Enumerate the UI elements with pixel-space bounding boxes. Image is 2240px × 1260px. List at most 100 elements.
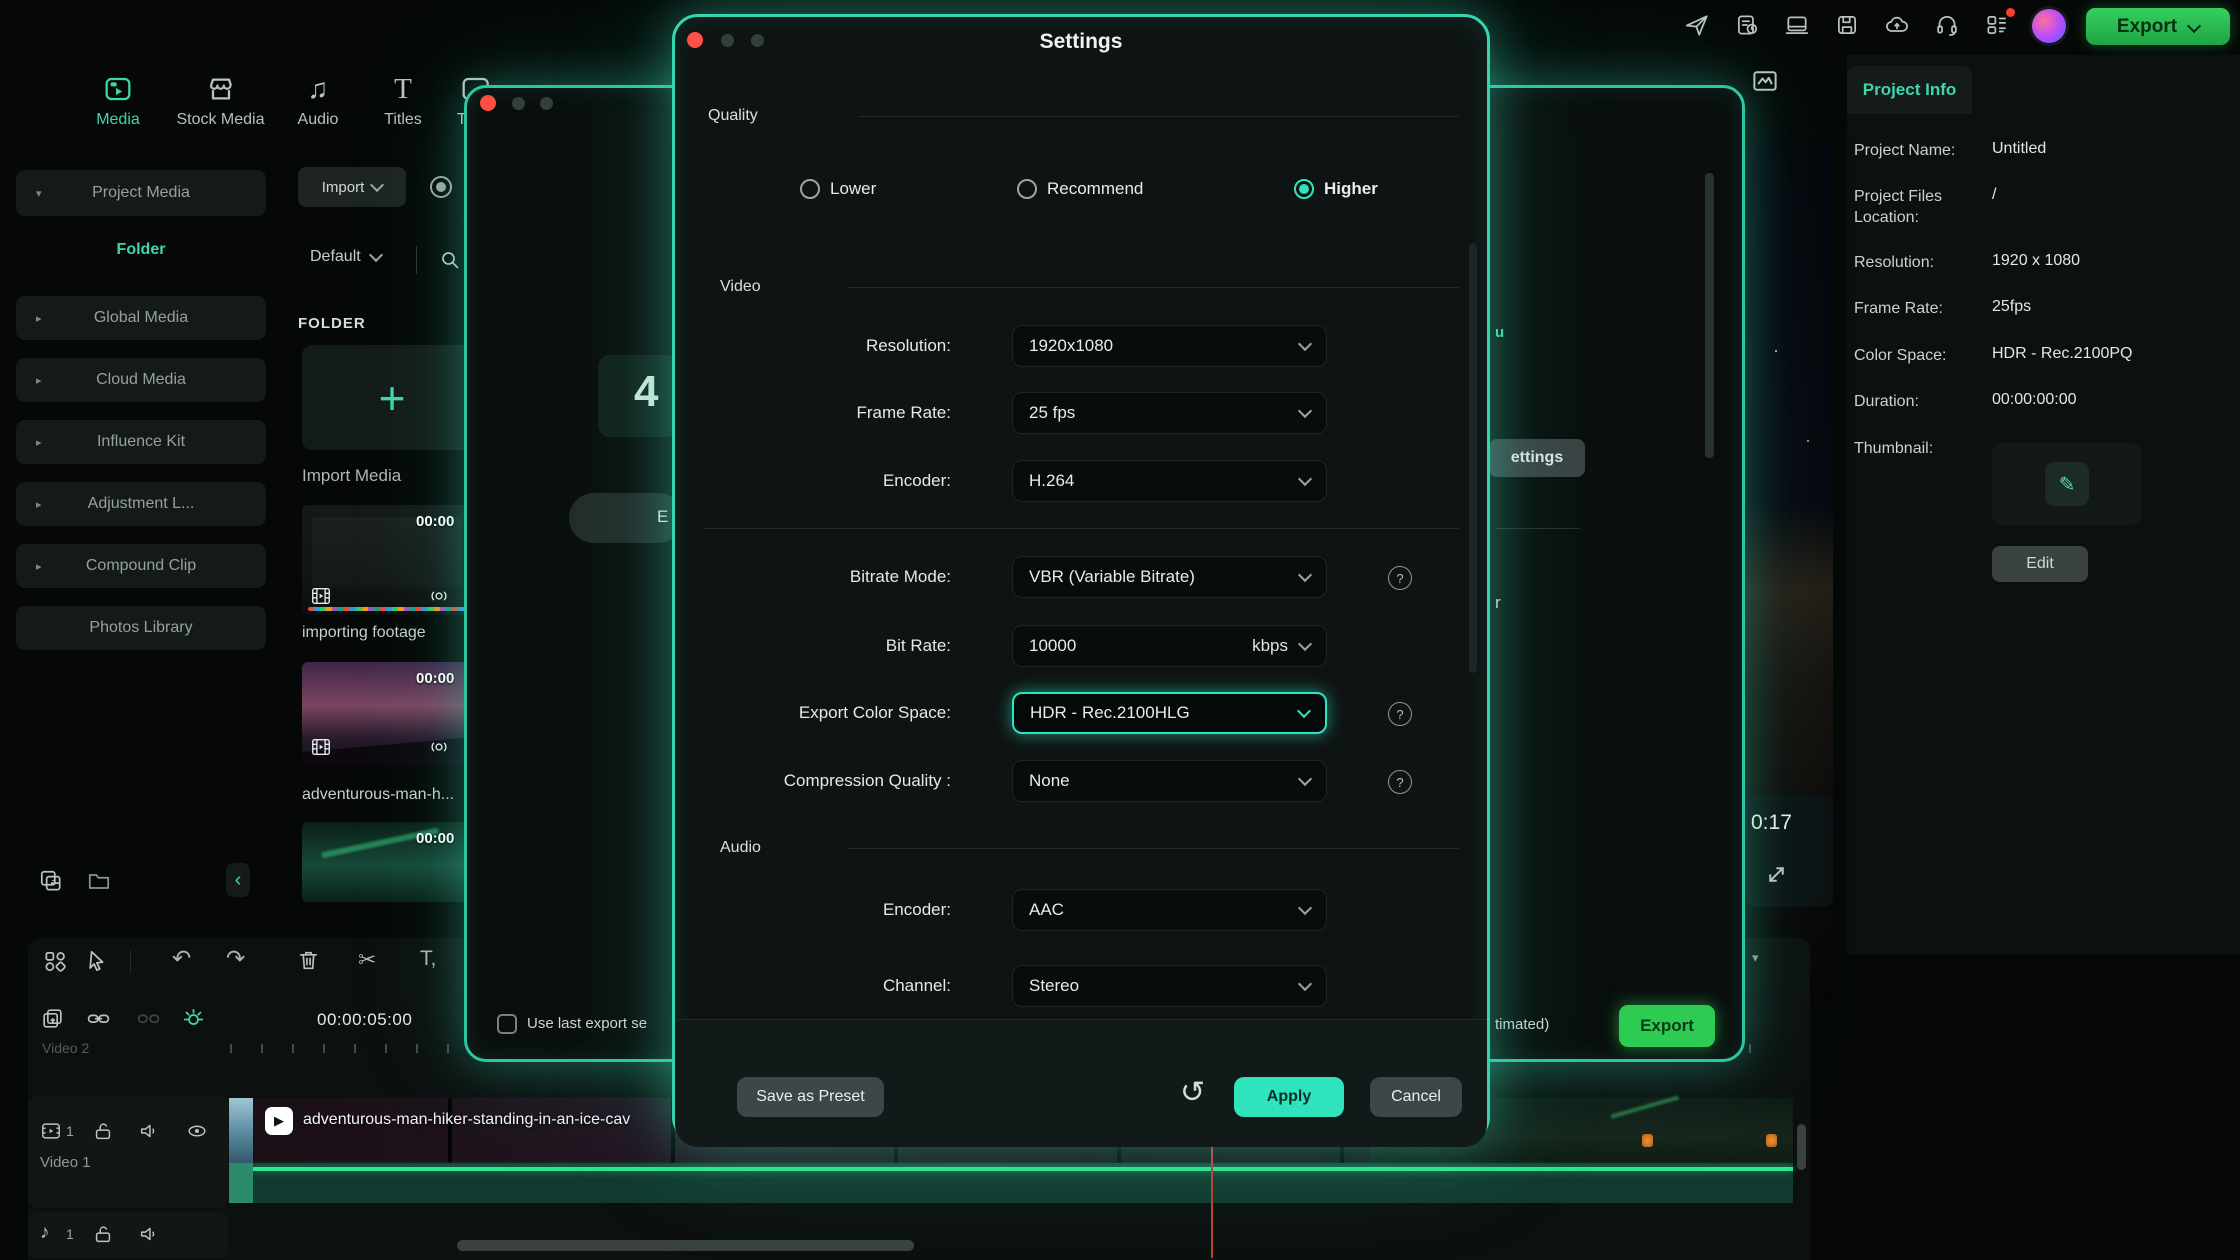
cloud-sync-icon[interactable] — [1883, 11, 1911, 39]
export-confirm-button[interactable]: Export — [1619, 1005, 1715, 1047]
field-value: Untitled — [1992, 140, 2046, 158]
tab-project-info[interactable]: Project Info — [1847, 66, 1972, 114]
undo-icon[interactable]: ↶ — [172, 946, 191, 970]
scrollbar-thumb[interactable] — [1705, 173, 1714, 458]
export-settings-button[interactable]: ettings — [1489, 439, 1585, 477]
cancel-button[interactable]: Cancel — [1370, 1077, 1462, 1117]
save-as-preset-button[interactable]: Save as Preset — [737, 1077, 884, 1117]
field-label: Export Color Space: — [675, 692, 951, 734]
unlink-icon[interactable] — [136, 1006, 161, 1031]
encoder-dropdown[interactable]: H.264 — [1012, 460, 1327, 502]
bitrate-mode-dropdown[interactable]: VBR (Variable Bitrate) — [1012, 556, 1327, 598]
radio-option-recommend[interactable]: Recommend — [1017, 179, 1143, 199]
snap-icon[interactable] — [180, 1004, 207, 1031]
task-list-icon[interactable] — [1733, 11, 1761, 39]
help-icon[interactable]: ? — [1388, 566, 1412, 590]
timeline-options-icon[interactable]: ▾ — [1752, 950, 1759, 966]
import-media-tile[interactable]: + — [302, 345, 482, 450]
audio-track-icon: ♪ — [40, 1222, 50, 1244]
tab-media[interactable]: Media — [83, 73, 153, 129]
text-tool-icon[interactable]: T, — [420, 947, 436, 971]
new-folder-icon[interactable] — [86, 868, 112, 894]
select-cursor-icon[interactable] — [84, 948, 110, 974]
mute-speaker-icon[interactable] — [138, 1120, 160, 1142]
tab-stock-media[interactable]: Stock Media — [168, 73, 273, 129]
tab-titles[interactable]: T Titles — [368, 73, 438, 129]
apply-button[interactable]: Apply — [1234, 1077, 1344, 1117]
delete-icon[interactable] — [296, 948, 321, 973]
field-label: Bit Rate: — [675, 625, 951, 667]
export-color-space-dropdown[interactable]: HDR - Rec.2100HLG — [1012, 692, 1327, 734]
sidebar-item-global-media[interactable]: ▸ Global Media — [16, 296, 266, 340]
thumbnail-box[interactable]: ✎ — [1992, 443, 2142, 525]
collapse-panel-button[interactable]: ‹ — [226, 863, 250, 897]
save-icon[interactable] — [1833, 11, 1861, 39]
radio-option-higher[interactable]: Higher — [1294, 179, 1378, 199]
compression-quality-dropdown[interactable]: None — [1012, 760, 1327, 802]
export-to-button[interactable]: E — [569, 493, 683, 543]
sidebar-item-project-media[interactable]: ▾ Project Media — [16, 170, 266, 216]
avatar[interactable] — [2032, 9, 2066, 43]
hide-eye-icon[interactable] — [186, 1120, 208, 1142]
audio-fade-head — [229, 1163, 253, 1203]
import-button[interactable]: Import — [298, 167, 406, 207]
reset-icon[interactable]: ↺ — [1180, 1075, 1205, 1110]
lock-icon[interactable] — [92, 1223, 114, 1245]
bitrate-input[interactable]: 10000 kbps — [1012, 625, 1327, 667]
search-icon[interactable] — [438, 248, 462, 272]
sidebar-item-photos-library[interactable]: Photos Library — [16, 606, 266, 650]
mute-speaker-icon[interactable] — [138, 1223, 160, 1245]
publish-icon[interactable] — [1683, 11, 1711, 39]
timeline-clip-audio[interactable] — [229, 1163, 1793, 1203]
redo-icon[interactable]: ↷ — [226, 946, 245, 970]
preview-quality-icon[interactable] — [1750, 66, 1780, 96]
zoom-button[interactable] — [540, 97, 553, 110]
resolution-dropdown[interactable]: 1920x1080 — [1012, 325, 1327, 367]
edit-button[interactable]: Edit — [1992, 546, 2088, 582]
chevron-down-icon — [1298, 568, 1312, 582]
framerate-dropdown[interactable]: 25 fps — [1012, 392, 1327, 434]
device-icon[interactable] — [1783, 11, 1811, 39]
audio-waveform-line — [253, 1167, 1793, 1171]
sidebar-item-cloud-media[interactable]: ▸ Cloud Media — [16, 358, 266, 402]
use-last-settings-checkbox[interactable] — [497, 1014, 517, 1034]
audio-encoder-dropdown[interactable]: AAC — [1012, 889, 1327, 931]
track-count: 1 — [66, 1226, 74, 1242]
add-media-icon[interactable] — [38, 868, 64, 894]
format-tile[interactable]: 4 — [598, 355, 678, 437]
minimize-button[interactable] — [512, 97, 525, 110]
link-icon[interactable] — [86, 1006, 111, 1031]
element-grid-icon[interactable] — [42, 948, 68, 974]
help-icon[interactable]: ? — [1388, 770, 1412, 794]
thumbnail-edit-tile[interactable]: ✎ — [2045, 462, 2089, 506]
chevron-down-icon — [369, 248, 383, 262]
duplicate-icon[interactable] — [40, 1006, 65, 1031]
fullscreen-icon[interactable] — [1759, 857, 1789, 887]
sidebar-item-influence-kit[interactable]: ▸ Influence Kit — [16, 420, 266, 464]
chevron-down-icon — [370, 178, 384, 192]
vertical-scrollbar[interactable] — [1797, 1124, 1806, 1170]
record-icon[interactable] — [430, 176, 452, 198]
horizontal-scrollbar[interactable] — [457, 1240, 914, 1251]
media-clip-thumbnail[interactable]: 00:00 — [302, 822, 480, 902]
channel-dropdown[interactable]: Stereo — [1012, 965, 1327, 1007]
radio-option-lower[interactable]: Lower — [800, 179, 876, 199]
split-scissors-icon[interactable]: ✂ — [358, 947, 376, 973]
sidebar-item-adjustment-layer[interactable]: ▸ Adjustment L... — [16, 482, 266, 526]
export-confirm-label: Export — [1640, 1016, 1694, 1036]
tab-audio[interactable]: ♫ Audio — [283, 73, 353, 129]
sidebar-item-compound-clip[interactable]: ▸ Compound Clip — [16, 544, 266, 588]
help-icon[interactable]: ? — [1388, 702, 1412, 726]
media-clip-thumbnail[interactable]: 00:00 — [302, 662, 480, 766]
export-button[interactable]: Export — [2086, 8, 2230, 45]
media-clip-thumbnail[interactable]: 00:00 — [302, 505, 480, 615]
dialog-scrollbar[interactable] — [1469, 243, 1477, 673]
sidebar-item-folder[interactable]: Folder — [16, 241, 266, 259]
sort-dropdown[interactable]: Default — [310, 248, 381, 266]
close-button[interactable] — [480, 95, 496, 111]
dropdown-value: Stereo — [1029, 976, 1300, 996]
dropdown-value: AAC — [1029, 900, 1300, 920]
dropdown-value: 1920x1080 — [1029, 336, 1300, 356]
lock-icon[interactable] — [92, 1120, 114, 1142]
support-headset-icon[interactable] — [1933, 11, 1961, 39]
